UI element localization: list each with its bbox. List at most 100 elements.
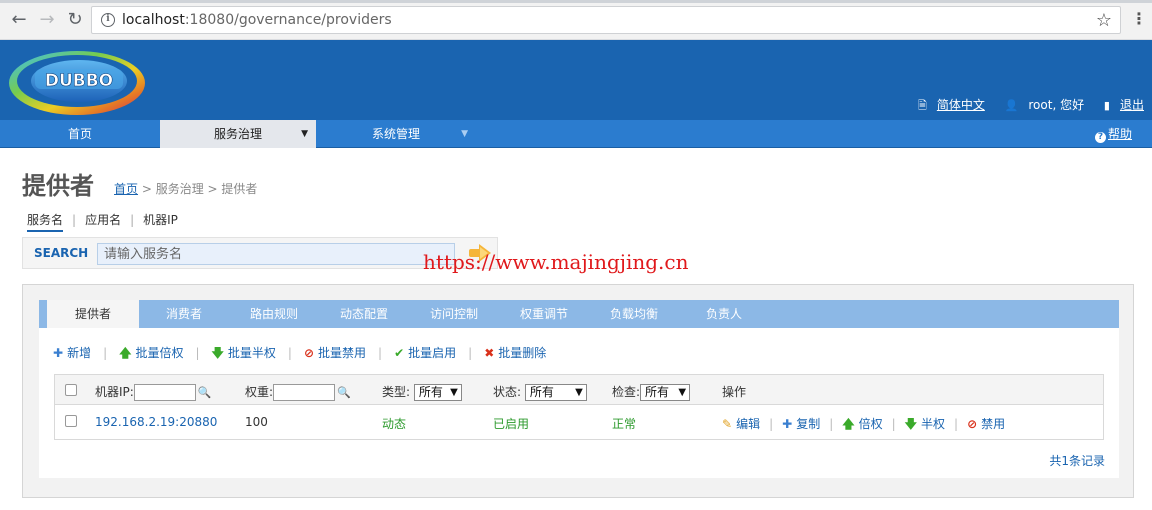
half-weight-button[interactable]: 🡇 半权 [905, 417, 945, 431]
page-title: 提供者 [22, 172, 94, 200]
status-select[interactable]: 所有 ▼ [524, 384, 587, 401]
disable-button[interactable]: ⊘ 禁用 [967, 417, 1005, 431]
check-select[interactable]: 所有 ▼ [640, 384, 691, 401]
user-greeting: 👤 root, 您好 [1004, 98, 1085, 112]
language-link[interactable]: 🗎 简体中文 [910, 98, 985, 112]
user-icon: 👤 [1004, 99, 1019, 112]
nav-system-management[interactable]: 系统管理 ▼ [316, 120, 476, 148]
browser-menu-icon[interactable]: ⋮ [1131, 10, 1147, 28]
app-header: DUBBO 🗎 简体中文 👤 root, 您好 ▮ 退出 [0, 40, 1152, 120]
edit-button[interactable]: ✎ 编辑 [722, 417, 760, 431]
check-value: 正常 [612, 417, 637, 431]
tab-dynamic-config[interactable]: 动态配置 [319, 300, 409, 328]
chevron-down-icon: ▼ [461, 129, 468, 139]
main-nav: 首页 服务治理 ▼ 系统管理 ▼ ? 帮助 [0, 120, 1152, 148]
reload-button[interactable]: ↻ [64, 9, 86, 31]
batch-disable-button[interactable]: ⊘ 批量禁用 [304, 344, 366, 361]
tab-consumers[interactable]: 消费者 [139, 300, 229, 328]
type-select[interactable]: 所有 ▼ [413, 384, 462, 401]
status-filter: 状态: 所有 ▼ [493, 383, 587, 401]
check-icon: ✔ [394, 346, 405, 360]
batch-half-button[interactable]: 🡇 批量半权 [212, 344, 276, 365]
logout-link[interactable]: ▮ 退出 [1096, 98, 1144, 112]
status-value: 已启用 [493, 417, 530, 431]
tab-owner[interactable]: 负责人 [679, 300, 769, 328]
ops-header: 操作 [722, 385, 747, 399]
pencil-icon: ✎ [722, 417, 733, 431]
record-count: 共1条记录 [1049, 454, 1105, 468]
batch-enable-button[interactable]: ✔ 批量启用 [394, 344, 456, 361]
table-row: 192.168.2.19:20880 100 动态 已启用 正常 ✎ 编辑 | ✚ 复制… [55, 405, 1103, 439]
search-tab-ip[interactable]: 机器IP [143, 211, 178, 228]
help-link[interactable]: ? 帮助 [1094, 120, 1132, 148]
user-links: 🗎 简体中文 👤 root, 您好 ▮ 退出 [902, 96, 1144, 116]
double-weight-button[interactable]: 🡅 倍权 [842, 417, 882, 431]
breadcrumb: 首页 > 服务治理 > 提供者 [114, 182, 258, 196]
search-type-tabs: 服务名 | 应用名 | 机器IP [27, 211, 178, 232]
help-icon: ? [1094, 132, 1106, 143]
copy-button[interactable]: ✚ 复制 [782, 417, 820, 431]
add-button[interactable]: ✚ 新增 [53, 344, 91, 361]
weight-filter-input[interactable] [273, 384, 336, 401]
delete-x-icon: ✖ [484, 346, 495, 360]
weight-filter: 权重: 🔍 [245, 384, 351, 401]
search-tab-application[interactable]: 应用名 [85, 211, 121, 228]
sub-tabs: 提供者 消费者 路由规则 动态配置 访问控制 权重调节 负载均衡 负责人 [39, 300, 1119, 328]
tab-routes[interactable]: 路由规则 [229, 300, 319, 328]
tab-providers[interactable]: 提供者 [47, 300, 139, 328]
chevron-down-icon: ▼ [301, 129, 308, 139]
check-filter: 检查: 所有 ▼ [612, 383, 691, 401]
dubbo-logo: DUBBO [9, 51, 145, 115]
search-icon[interactable]: 🔍 [337, 386, 351, 399]
bookmark-star-icon[interactable]: ☆ [1096, 10, 1112, 31]
plus-icon: ✚ [782, 417, 793, 431]
forward-button[interactable]: → [36, 9, 58, 31]
type-value: 动态 [382, 417, 407, 431]
dropdown-arrow-icon: ▼ [678, 387, 687, 398]
arrow-up-icon: 🡅 [842, 417, 855, 431]
provider-address-link[interactable]: 192.168.2.19:20880 [95, 415, 217, 429]
ban-icon: ⊘ [967, 417, 978, 431]
ban-icon: ⊘ [303, 346, 314, 360]
providers-table: 机器IP: 🔍 权重: 🔍 类型: 所有 ▼ 状态: 所有 ▼ 检查: 所有 ▼ 操作 19… [54, 374, 1104, 440]
logout-icon: ▮ [1103, 99, 1110, 112]
document-icon: 🗎 [917, 99, 927, 112]
ip-filter: 机器IP: 🔍 [95, 384, 212, 401]
batch-double-button[interactable]: 🡅 批量倍权 [119, 344, 183, 365]
breadcrumb-providers: 提供者 [221, 182, 258, 196]
nav-home[interactable]: 首页 [0, 120, 160, 148]
tab-access-control[interactable]: 访问控制 [409, 300, 499, 328]
batch-delete-button[interactable]: ✖ 批量删除 [484, 344, 546, 361]
providers-panel: 提供者 消费者 路由规则 动态配置 访问控制 权重调节 负载均衡 负责人 ✚ 新增… [22, 284, 1134, 498]
tab-weight[interactable]: 权重调节 [499, 300, 589, 328]
breadcrumb-home[interactable]: 首页 [114, 182, 138, 196]
dropdown-arrow-icon: ▼ [450, 387, 458, 398]
ip-filter-input[interactable] [133, 384, 196, 401]
weight-value: 100 [245, 415, 268, 429]
select-all-checkbox[interactable] [65, 384, 77, 396]
plus-icon: ✚ [53, 346, 64, 360]
panel-content: 提供者 消费者 路由规则 动态配置 访问控制 权重调节 负载均衡 负责人 ✚ 新增… [39, 300, 1119, 478]
row-actions: ✎ 编辑 | ✚ 复制 | 🡅 倍权 | 🡇 半权 | ⊘ 禁用 [722, 417, 1006, 431]
nav-service-governance[interactable]: 服务治理 ▼ [160, 120, 316, 148]
arrow-down-icon: 🡇 [211, 346, 224, 360]
tab-load-balance[interactable]: 负载均衡 [589, 300, 679, 328]
row-checkbox[interactable] [65, 415, 77, 427]
action-bar: ✚ 新增 | 🡅 批量倍权 | 🡇 批量半权 | ⊘ 批量禁用 | ✔ 批量启用 | ✖ 批量删除 [53, 344, 546, 365]
search-icon[interactable]: 🔍 [198, 386, 212, 399]
table-header: 机器IP: 🔍 权重: 🔍 类型: 所有 ▼ 状态: 所有 ▼ 检查: 所有 ▼ 操作 [55, 375, 1103, 405]
search-tab-service[interactable]: 服务名 [27, 211, 64, 232]
type-filter: 类型: 所有 ▼ [382, 383, 462, 401]
dropdown-arrow-icon: ▼ [575, 387, 583, 398]
browser-toolbar: ← → ↻ i localhost:18080/governance/provi… [0, 0, 1152, 40]
address-bar[interactable]: i localhost:18080/governance/providers ☆ [91, 6, 1121, 34]
search-input[interactable] [97, 243, 455, 265]
back-button[interactable]: ← [8, 9, 30, 31]
arrow-down-icon: 🡇 [904, 417, 917, 431]
watermark-url: https://www.majingjing.cn [423, 250, 689, 274]
search-label: SEARCH [34, 246, 89, 260]
arrow-up-icon: 🡅 [119, 346, 132, 360]
tab-strip-edge [0, 0, 1152, 3]
url-text: localhost:18080/governance/providers [122, 12, 392, 28]
info-icon[interactable]: i [101, 13, 115, 27]
